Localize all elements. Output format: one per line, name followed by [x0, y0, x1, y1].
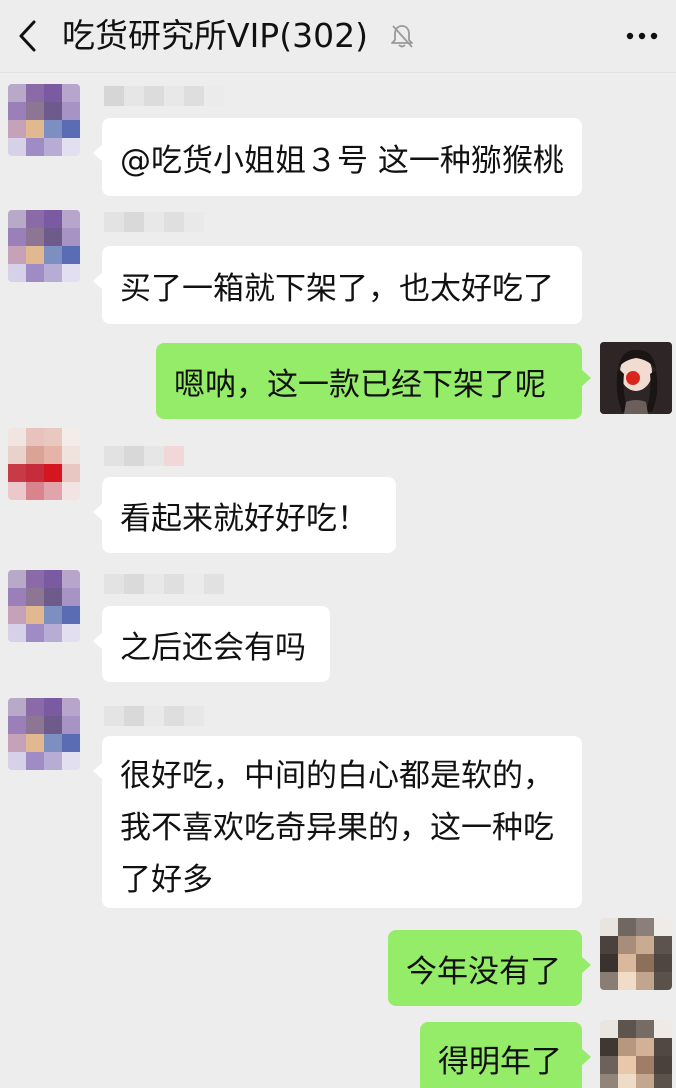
message-bubble[interactable]: 之后还会有吗 [93, 606, 330, 682]
avatar[interactable] [8, 210, 80, 282]
avatar[interactable] [8, 428, 80, 500]
bell-muted-icon [391, 25, 413, 48]
more-dots-icon [626, 32, 658, 40]
chat-title: 吃货研究所VIP(302) [62, 16, 368, 55]
chevron-left-icon [19, 20, 36, 52]
avatar[interactable] [8, 84, 80, 156]
chat-screen: 吃货研究所VIP(302) @吃货小姐姐３号 这一种猕猴桃 买了一箱就下架了，也… [0, 0, 676, 1088]
message-bubble[interactable]: 看起来就好好吃！ [93, 477, 396, 553]
message-bubble-own[interactable]: 嗯呐，这一款已经下架了呢 [156, 343, 591, 419]
message-bubble-own[interactable]: 今年没有了 [388, 930, 591, 1006]
message-bubble[interactable]: 很好吃，中间的白心都是软的， 我不喜欢吃奇异果的，这一种吃 了好多 [93, 736, 582, 908]
message-bubble[interactable]: 买了一箱就下架了，也太好吃了 [93, 246, 582, 324]
message-line: 很好吃，中间的白心都是软的， [120, 758, 554, 794]
message-line: 我不喜欢吃奇异果的，这一种吃 [120, 810, 554, 846]
avatar-self[interactable] [600, 342, 672, 414]
avatar[interactable] [8, 570, 80, 642]
more-options-button[interactable] [622, 16, 662, 56]
sender-name [104, 574, 224, 594]
sender-name [104, 212, 204, 232]
message-line: 了好多 [120, 862, 213, 898]
message-text: 很好吃，中间的白心都是软的， 我不喜欢吃奇异果的，这一种吃 了好多 [120, 750, 554, 906]
sender-name [104, 706, 204, 726]
sender-name [104, 86, 224, 106]
message-bubble[interactable]: @吃货小姐姐３号 这一种猕猴桃 [93, 118, 582, 196]
avatar-self[interactable] [600, 918, 672, 990]
sender-name [104, 446, 184, 466]
back-button[interactable] [10, 14, 46, 58]
message-bubble-own[interactable]: 得明年了 [420, 1022, 591, 1088]
chat-header: 吃货研究所VIP(302) [0, 0, 676, 73]
avatar-self[interactable] [600, 1020, 672, 1088]
avatar[interactable] [8, 698, 80, 770]
